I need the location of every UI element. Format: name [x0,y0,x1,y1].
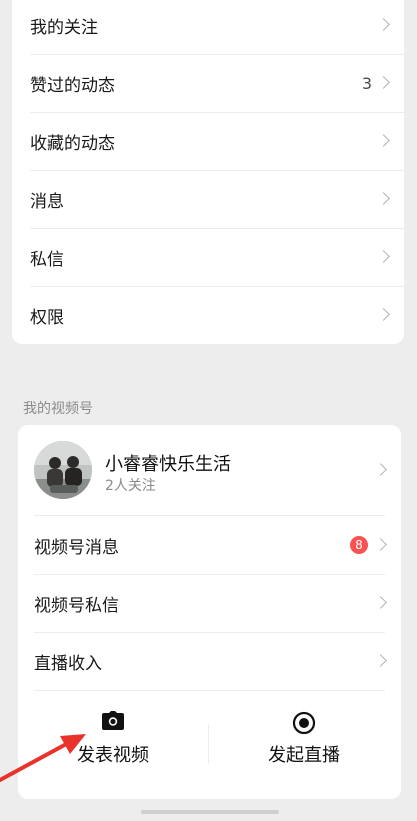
liked-posts-row[interactable]: 赞过的动态 3 [12,54,404,112]
private-messages-label: 私信 [30,249,64,270]
unread-badge: 8 [350,536,368,554]
channel-followers: 2人关注 [105,478,156,494]
channel-messages-row[interactable]: 视频号消息 8 [18,516,401,574]
favorited-posts-row[interactable]: 收藏的动态 [12,112,404,170]
permissions-label: 权限 [30,307,64,328]
chevron-right-icon [377,192,390,205]
chevron-right-icon [377,134,390,147]
camera-icon [102,711,124,730]
start-live-label: 发起直播 [268,745,340,766]
avatar [34,441,92,499]
avatar-photo-icon [34,441,92,499]
favorited-posts-label: 收藏的动态 [30,133,115,154]
liked-posts-label: 赞过的动态 [30,75,115,96]
chevron-right-icon [377,18,390,31]
channel-messages-label: 视频号消息 [34,537,119,558]
home-indicator [141,810,279,814]
channel-private-messages-row[interactable]: 视频号私信 [18,574,401,632]
my-follows-row[interactable]: 我的关注 [12,0,404,54]
annotation-arrow-icon [0,734,86,782]
liked-posts-count: 3 [361,73,372,93]
messages-row[interactable]: 消息 [12,170,404,228]
divider [34,690,385,691]
start-live-button[interactable]: 发起直播 [209,711,399,781]
chevron-right-icon [374,654,387,667]
channel-name: 小睿睿快乐生活 [105,454,231,475]
messages-label: 消息 [30,191,64,212]
chevron-right-icon [377,308,390,321]
channel-private-messages-label: 视频号私信 [34,595,119,616]
settings-card: 我的关注 赞过的动态 3 收藏的动态 消息 私信 权限 [12,0,404,344]
chevron-right-icon [377,76,390,89]
live-income-label: 直播收入 [34,653,102,674]
channels-section-title: 我的视频号 [23,401,93,417]
permissions-row[interactable]: 权限 [12,286,404,344]
chevron-right-icon [374,596,387,609]
my-follows-label: 我的关注 [30,17,98,38]
chevron-right-icon [374,463,387,476]
chevron-right-icon [377,250,390,263]
live-income-row[interactable]: 直播收入 [18,632,401,690]
private-messages-row[interactable]: 私信 [12,228,404,286]
profile-page: 我的关注 赞过的动态 3 收藏的动态 消息 私信 权限 我的视频号 小睿睿快乐生… [0,0,417,821]
chevron-right-icon [374,538,387,551]
live-record-icon [292,711,316,735]
channel-profile-row[interactable]: 小睿睿快乐生活 2人关注 [18,425,401,515]
